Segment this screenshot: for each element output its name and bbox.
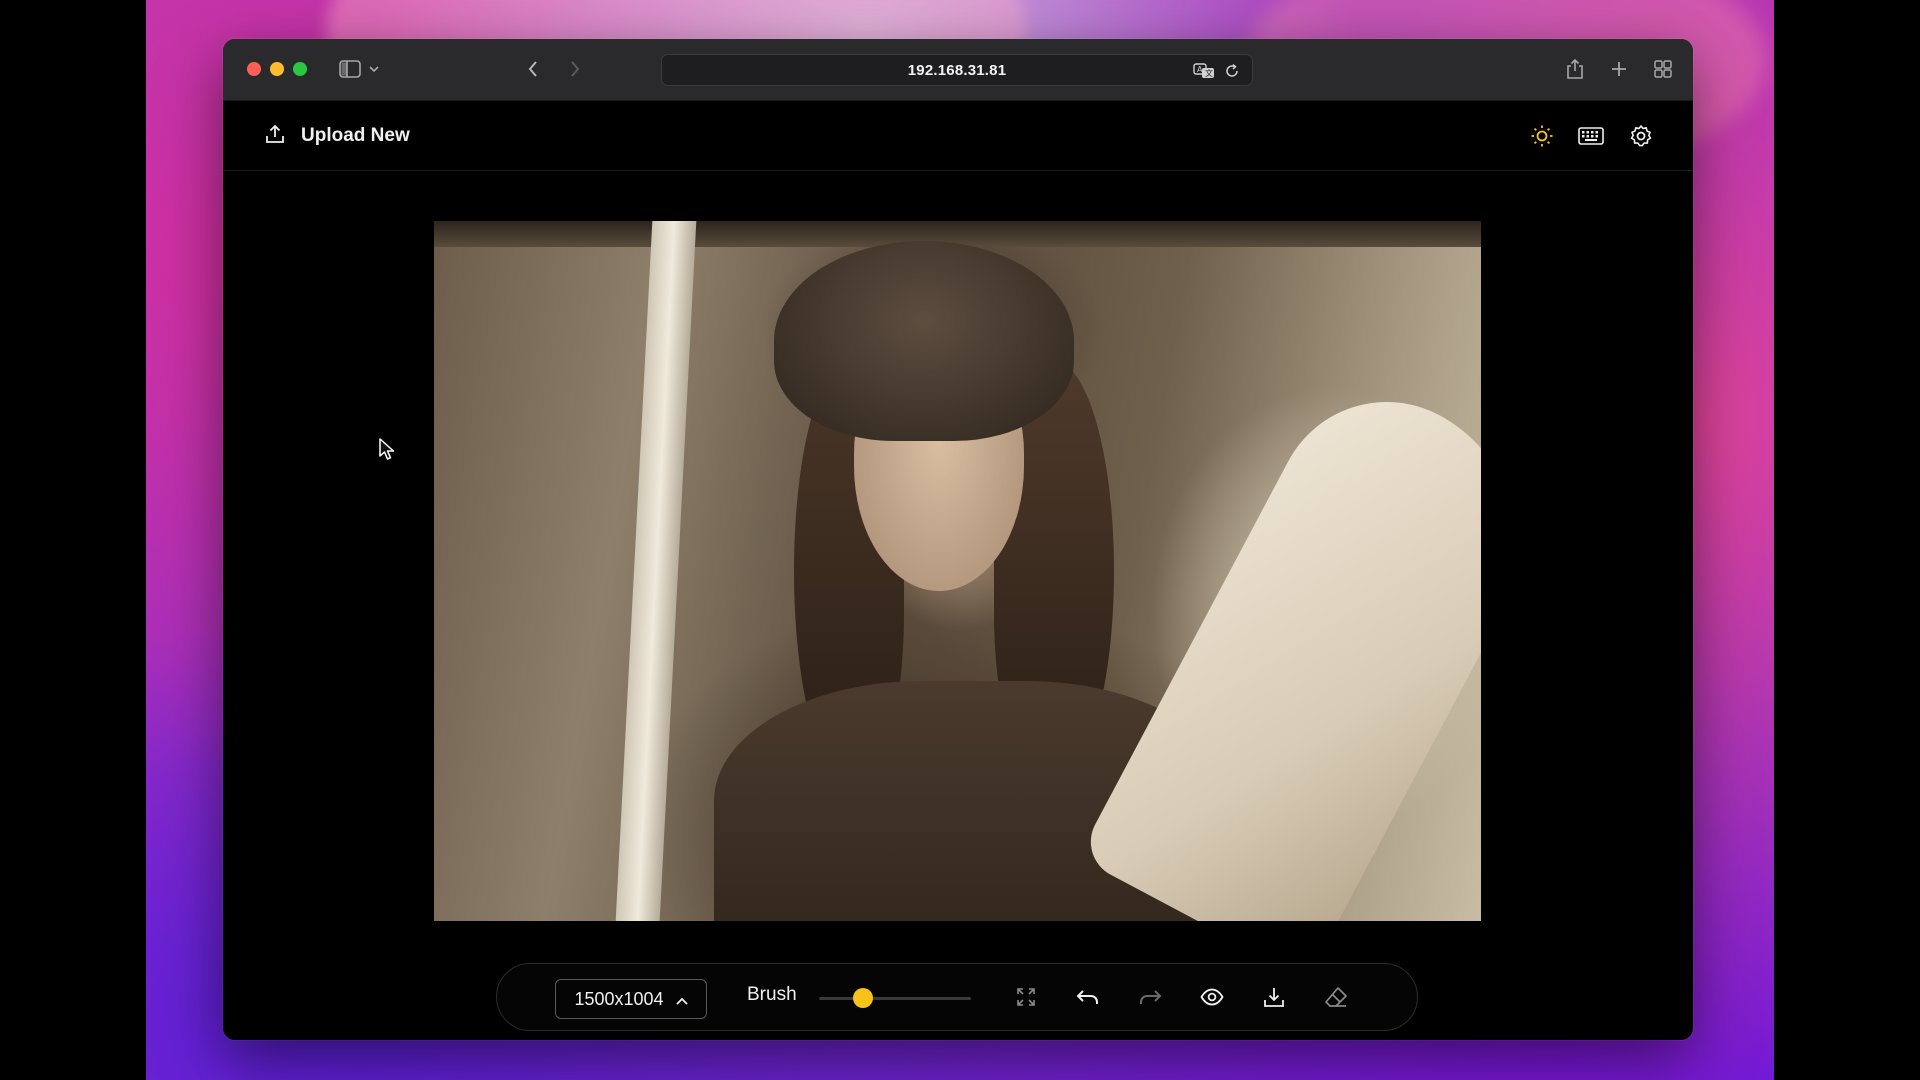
download-button[interactable]	[1257, 982, 1291, 1016]
upload-new-label: Upload New	[301, 125, 410, 146]
fullscreen-icon	[1016, 987, 1036, 1012]
chevron-down-icon[interactable]	[367, 61, 381, 77]
svg-text:文: 文	[1205, 68, 1213, 78]
url-text: 192.168.31.81	[907, 61, 1007, 79]
fullscreen-button[interactable]	[1009, 982, 1043, 1016]
reload-icon[interactable]	[1222, 61, 1242, 81]
image-size-select[interactable]: 1500x1004	[555, 979, 707, 1019]
back-icon[interactable]	[522, 57, 544, 81]
zoom-window-button[interactable]	[293, 62, 307, 76]
new-tab-icon[interactable]	[1608, 58, 1630, 80]
eye-icon	[1200, 988, 1224, 1011]
sun-icon[interactable]	[1528, 122, 1556, 150]
eraser-button[interactable]	[1319, 982, 1353, 1016]
upload-icon	[265, 124, 285, 149]
editor-canvas-image[interactable]	[434, 221, 1481, 921]
sidebar-icon[interactable]	[338, 58, 362, 80]
share-icon[interactable]	[1563, 56, 1587, 82]
translate-icon[interactable]: A文	[1192, 61, 1216, 81]
download-icon	[1263, 986, 1285, 1013]
slider-thumb[interactable]	[853, 988, 874, 1008]
browser-toolbar: 192.168.31.81 A文	[223, 39, 1693, 101]
gear-icon[interactable]	[1627, 122, 1655, 150]
redo-icon	[1138, 988, 1162, 1011]
redo-button[interactable]	[1133, 982, 1167, 1016]
slider-track	[819, 997, 971, 1000]
close-window-button[interactable]	[247, 62, 261, 76]
keyboard-icon[interactable]	[1577, 122, 1605, 150]
undo-icon	[1076, 988, 1100, 1011]
tab-overview-icon[interactable]	[1652, 58, 1674, 80]
browser-window: 192.168.31.81 A文 Upload New 1500x1004 Br…	[223, 39, 1693, 1040]
address-bar[interactable]: 192.168.31.81 A文	[661, 54, 1253, 86]
undo-button[interactable]	[1071, 982, 1105, 1016]
chevron-up-icon	[675, 989, 688, 1010]
upload-new-button[interactable]: Upload New	[259, 119, 416, 153]
forward-icon[interactable]	[564, 57, 586, 81]
app-header: Upload New	[223, 101, 1693, 171]
brush-label: Brush	[747, 984, 797, 1005]
editor-toolbar: 1500x1004 Brush	[496, 963, 1418, 1031]
compare-original-button[interactable]	[1195, 982, 1229, 1016]
image-size-value: 1500x1004	[574, 988, 664, 1009]
mouse-pointer-icon	[378, 437, 396, 461]
brush-size-slider[interactable]	[819, 982, 971, 1014]
minimize-window-button[interactable]	[270, 62, 284, 76]
eraser-icon	[1324, 986, 1348, 1013]
